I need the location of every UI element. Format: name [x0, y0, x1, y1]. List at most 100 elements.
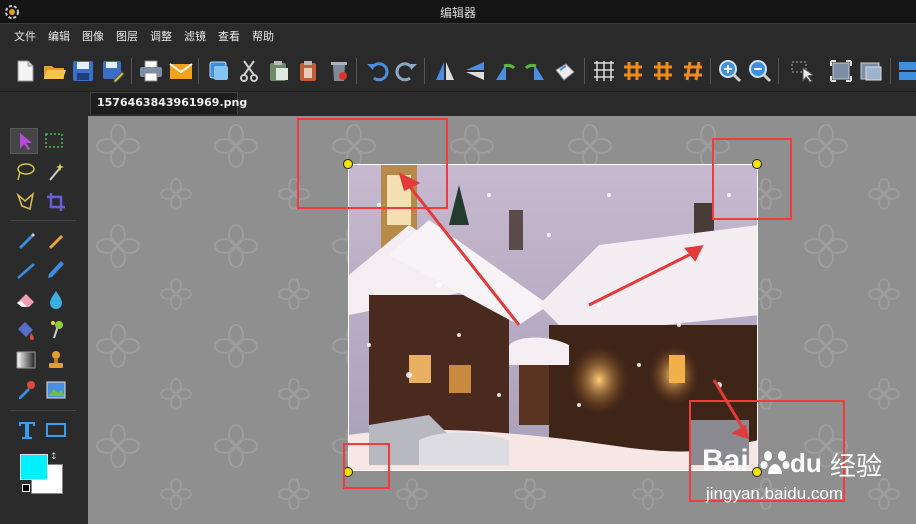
title-bar: 编辑器 — [0, 0, 916, 24]
menu-adjust[interactable]: 调整 — [144, 24, 178, 50]
menu-view[interactable]: 查看 — [212, 24, 246, 50]
open-button[interactable] — [42, 58, 68, 84]
grid-icon — [594, 61, 614, 81]
panel-icon — [899, 62, 916, 80]
shape-tool[interactable] — [44, 418, 68, 442]
flip-horizontal-icon — [466, 62, 484, 80]
image-tool[interactable] — [44, 378, 68, 402]
poly-select-icon — [16, 191, 35, 211]
menu-image[interactable]: 图像 — [76, 24, 110, 50]
color-picker-tool[interactable] — [14, 378, 38, 402]
save-as-button[interactable] — [100, 58, 126, 84]
zoom-out-icon — [749, 60, 772, 83]
poly-select-tool[interactable] — [14, 190, 38, 214]
grid-button[interactable] — [591, 58, 617, 84]
document-tab[interactable]: 1576463843961969.png * — [90, 92, 247, 129]
pencil-icon — [48, 235, 63, 250]
actual-size-button[interactable] — [858, 58, 884, 84]
gradient-icon — [16, 351, 36, 369]
zoom-in-button[interactable] — [717, 58, 743, 84]
watermark-suffix: 经验 — [830, 452, 883, 482]
magic-wand-tool[interactable] — [44, 160, 68, 184]
paw-icon — [760, 451, 790, 474]
copy-icon — [209, 61, 228, 80]
rotate-left-button[interactable] — [492, 58, 518, 84]
blur-tool[interactable] — [44, 288, 68, 312]
image-icon — [46, 381, 66, 399]
selection-icon — [791, 61, 815, 83]
clone-stamp-tool[interactable] — [44, 348, 68, 372]
swap-colors-icon[interactable]: ↕ — [50, 452, 58, 462]
rect-select-tool[interactable] — [42, 129, 66, 153]
rectangle-icon — [46, 423, 66, 437]
menu-help[interactable]: 帮助 — [246, 24, 280, 50]
new-button[interactable] — [12, 58, 38, 84]
copy-button[interactable] — [206, 58, 232, 84]
lasso-tool[interactable] — [14, 160, 38, 184]
email-icon — [169, 63, 193, 79]
line-tool[interactable] — [14, 258, 38, 282]
zoom-out-button[interactable] — [747, 58, 773, 84]
open-icon — [44, 66, 66, 79]
undo-button[interactable] — [364, 58, 390, 84]
paste-new-button[interactable] — [296, 58, 322, 84]
print-button[interactable] — [138, 58, 164, 84]
rotate-free-button[interactable] — [552, 58, 578, 84]
selection-button[interactable] — [789, 58, 815, 84]
rotate-right-button[interactable] — [522, 58, 548, 84]
document-tab-bar: 1576463843961969.png * — [88, 92, 916, 129]
paste-new-icon — [300, 61, 316, 81]
menu-layer[interactable]: 图层 — [110, 24, 144, 50]
menu-file[interactable]: 文件 — [8, 24, 42, 50]
redo-icon — [395, 62, 417, 82]
fit-button[interactable] — [828, 58, 854, 84]
highlight-box-bottom-left — [343, 443, 390, 489]
delete-icon — [331, 62, 347, 81]
zoom-in-icon — [719, 60, 742, 83]
watermark-brand-2: du — [790, 448, 822, 478]
guides-icon — [654, 62, 672, 80]
flip-vertical-button[interactable] — [432, 58, 458, 84]
paste-icon — [270, 61, 288, 81]
watermark-brand: Bai — [702, 444, 749, 477]
eyedropper-icon — [19, 381, 35, 399]
pen-tool[interactable] — [14, 228, 38, 252]
print-icon — [140, 60, 162, 82]
redo-button[interactable] — [394, 58, 420, 84]
guides-snap-button[interactable] — [680, 58, 706, 84]
gradient-tool[interactable] — [14, 348, 38, 372]
grid-snap-button[interactable] — [620, 58, 646, 84]
text-tool[interactable] — [15, 418, 39, 442]
fill-tool[interactable] — [14, 318, 38, 342]
guides-button[interactable] — [650, 58, 676, 84]
pointer-tool[interactable] — [12, 129, 36, 153]
flip-horizontal-button[interactable] — [462, 58, 488, 84]
foreground-color-swatch[interactable] — [20, 454, 48, 480]
eraser-icon — [17, 294, 34, 307]
crop-tool[interactable] — [44, 190, 68, 214]
highlight-box-top-right — [712, 138, 792, 220]
main-toolbar — [0, 50, 916, 92]
eraser-tool[interactable] — [14, 288, 38, 312]
cut-icon — [240, 60, 258, 82]
line-icon — [17, 263, 35, 279]
flip-vertical-icon — [436, 62, 454, 80]
save-button[interactable] — [70, 58, 96, 84]
save-icon — [73, 61, 93, 81]
paste-button[interactable] — [266, 58, 292, 84]
cut-button[interactable] — [236, 58, 262, 84]
rotate-left-icon — [496, 63, 516, 80]
pencil-tool[interactable] — [44, 228, 68, 252]
brush-icon — [48, 261, 64, 278]
email-button[interactable] — [168, 58, 194, 84]
panel-button[interactable] — [896, 58, 916, 84]
canvas-area[interactable]: Bai du 经验 jingyan.baidu.com — [88, 116, 916, 524]
fit-icon — [830, 60, 852, 82]
reset-colors-icon[interactable] — [22, 484, 30, 492]
menu-edit[interactable]: 编辑 — [42, 24, 76, 50]
delete-button[interactable] — [326, 58, 352, 84]
rect-select-icon — [45, 133, 63, 148]
color-replace-tool[interactable] — [44, 318, 68, 342]
menu-filter[interactable]: 滤镜 — [178, 24, 212, 50]
brush-tool[interactable] — [44, 258, 68, 282]
